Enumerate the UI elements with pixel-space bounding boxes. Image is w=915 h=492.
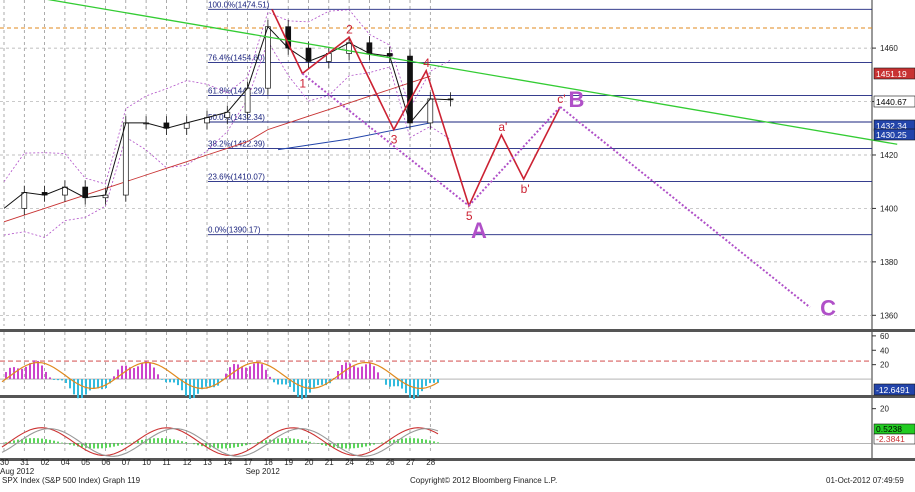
x-tick-label: 12 — [183, 458, 192, 467]
price-label-text: 1440.67 — [876, 97, 907, 107]
x-tick-label: 10 — [142, 458, 151, 467]
chart-container: 136013801400142014401460100.0%(1474.51)7… — [0, 0, 915, 487]
footer-right: 01-Oct-2012 07:49:59 — [826, 476, 904, 485]
osc2-tick-label: 20 — [880, 405, 889, 414]
x-tick-label: 31 — [20, 458, 29, 467]
fib-level-label: 61.8%(1442.29) — [208, 86, 265, 95]
price-candle-body — [265, 26, 271, 89]
fib-level-label: 38.2%(1422.39) — [208, 140, 265, 149]
x-tick-label: 21 — [325, 458, 334, 467]
x-tick-label: 30 — [0, 458, 9, 467]
wave-letter-label: A — [471, 218, 487, 243]
price-tick-label: 1380 — [880, 258, 898, 267]
price-candle-body — [244, 87, 251, 113]
wave-point-label: 1 — [299, 76, 306, 90]
x-tick-label: 28 — [426, 458, 435, 467]
osc1-tick-label: 20 — [880, 361, 889, 370]
wave-point-label: 4 — [423, 56, 430, 70]
x-tick-label: 25 — [365, 458, 374, 467]
osc2-value-label: 0.5238 — [876, 424, 902, 434]
price-label-text: 1451.19 — [876, 69, 907, 79]
price-candle-body — [122, 122, 129, 196]
wave-point-label: c' — [557, 92, 565, 106]
price-candle-body — [427, 98, 434, 124]
price-candle-body — [305, 47, 312, 62]
price-tick-label: 1400 — [880, 204, 898, 213]
x-tick-label: 27 — [406, 458, 415, 467]
price-panel: 136013801400142014401460100.0%(1474.51)7… — [0, 0, 915, 461]
fib-level-label: 0.0%(1390.17) — [208, 226, 261, 235]
wave-point-label: 3 — [391, 133, 398, 147]
projection-line-c — [559, 106, 811, 309]
fib-level-label: 50.0%(1432.34) — [208, 113, 265, 122]
footer-center: Copyright© 2012 Bloomberg Finance L.P. — [410, 476, 557, 485]
footer: SPX Index (S&P 500 Index) Graph 119 Copy… — [2, 476, 904, 485]
projection-line-a — [301, 72, 470, 207]
price-tick-label: 1360 — [880, 311, 898, 320]
wave-point-label: a' — [498, 120, 507, 134]
wave-letter-label: C — [820, 295, 836, 320]
price-candle-body — [407, 55, 413, 124]
oscillator1-panel: 20 40 60 -12.6491 — [0, 332, 915, 400]
x-tick-label: 04 — [61, 458, 70, 467]
x-tick-label: 17 — [244, 458, 253, 467]
footer-left: SPX Index (S&P 500 Index) Graph 119 — [2, 476, 141, 485]
fib-level-label: 100.0%(1474.51) — [208, 0, 270, 9]
x-tick-label: 02 — [41, 458, 50, 467]
x-tick-label: 07 — [122, 458, 131, 467]
x-tick-label: 05 — [81, 458, 90, 467]
x-month-label: Sep 2012 — [246, 467, 281, 476]
x-tick-label: 26 — [386, 458, 395, 467]
osc1-signal-line — [1, 361, 439, 390]
price-candle-body — [21, 192, 28, 209]
price-tick-label: 1460 — [880, 44, 898, 53]
price-candle-body — [82, 186, 89, 199]
osc1-tick-label: 60 — [880, 332, 889, 341]
x-tick-label: 06 — [102, 458, 111, 467]
x-tick-label: 11 — [162, 458, 171, 467]
oscillator2-panel: 20 0.5238-2.3841 — [0, 405, 915, 457]
fib-level-label: 23.6%(1410.07) — [208, 173, 265, 182]
osc2-value-label: -2.3841 — [876, 434, 905, 444]
x-month-label: Aug 2012 — [0, 467, 35, 476]
price-tick-label: 1420 — [880, 151, 898, 160]
panel-separator — [0, 395, 915, 398]
price-candle-body — [346, 42, 352, 54]
wave-letter-label: B — [568, 87, 584, 112]
panel-separator — [0, 458, 915, 461]
x-tick-label: 13 — [203, 458, 212, 467]
wave-point-label: b' — [521, 182, 530, 196]
spx-chart: 136013801400142014401460100.0%(1474.51)7… — [0, 0, 915, 485]
price-label-text: 1430.25 — [876, 130, 907, 140]
x-tick-label: 24 — [345, 458, 354, 467]
panel-separator — [0, 329, 915, 332]
elliott-wave-path — [271, 9, 561, 209]
wave-point-label: 2 — [346, 22, 353, 36]
osc2-line-gray — [1, 428, 439, 457]
osc1-value-label: -12.6491 — [876, 385, 910, 395]
price-candle-body — [366, 42, 373, 54]
blue-average-line — [278, 122, 431, 151]
x-tick-label: 18 — [264, 458, 273, 467]
x-tick-label: 14 — [223, 458, 232, 467]
x-tick-label: 20 — [305, 458, 314, 467]
x-tick-label: 19 — [284, 458, 293, 467]
osc1-tick-label: 40 — [880, 346, 889, 355]
